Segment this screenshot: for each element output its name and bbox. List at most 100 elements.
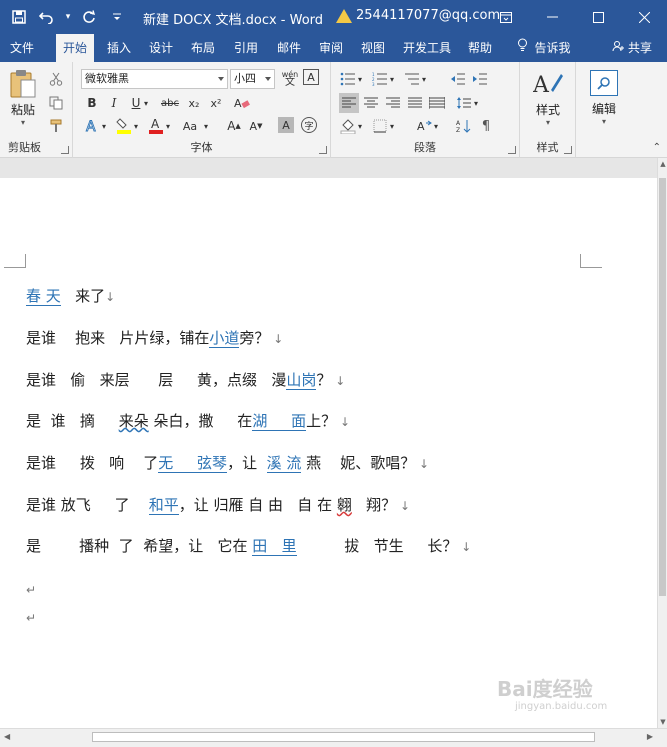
tab-tell-me[interactable]: 告诉我 bbox=[508, 34, 580, 62]
vertical-scrollbar[interactable]: ▲ ▼ bbox=[657, 158, 667, 728]
font-launcher-icon[interactable] bbox=[319, 146, 327, 154]
scroll-left-icon[interactable]: ◀ bbox=[4, 732, 10, 741]
text-effects-dropdown-icon[interactable]: ▾ bbox=[99, 117, 109, 135]
align-left-icon[interactable] bbox=[339, 93, 359, 113]
italic-button[interactable]: I bbox=[105, 94, 123, 112]
linked-text[interactable]: 山岗 bbox=[286, 371, 317, 390]
change-case-dropdown-icon[interactable]: ▾ bbox=[201, 117, 211, 135]
shrink-font-icon[interactable]: A ▼ bbox=[247, 117, 265, 135]
paste-dropdown-icon[interactable]: ▾ bbox=[4, 118, 42, 127]
collapse-ribbon-icon[interactable]: ⌃ bbox=[653, 142, 661, 153]
clear-formatting-icon[interactable]: A bbox=[233, 94, 251, 112]
document-line[interactable]: ↵ bbox=[26, 580, 36, 602]
save-icon[interactable] bbox=[8, 6, 30, 28]
align-right-icon[interactable] bbox=[384, 94, 402, 112]
highlight-dropdown-icon[interactable]: ▾ bbox=[131, 117, 141, 135]
scroll-down-icon[interactable]: ▼ bbox=[659, 718, 667, 726]
linked-text[interactable]: 田 里 bbox=[252, 537, 297, 556]
tab-mailings[interactable]: 邮件 bbox=[271, 34, 307, 62]
tab-insert[interactable]: 插入 bbox=[101, 34, 137, 62]
format-painter-icon[interactable] bbox=[47, 117, 65, 135]
sort-icon[interactable]: AZ bbox=[455, 117, 473, 135]
document-line[interactable]: 是谁 偷 来层 层 黄，点缀 漫山岗？ ↓ bbox=[26, 369, 345, 391]
paragraph-launcher-icon[interactable] bbox=[508, 146, 516, 154]
font-name-box[interactable]: 微软雅黑 bbox=[81, 69, 228, 89]
share-button[interactable]: 共享 bbox=[602, 34, 662, 62]
underline-dropdown-icon[interactable]: ▾ bbox=[141, 94, 151, 112]
undo-dropdown-icon[interactable]: ▾ bbox=[64, 6, 72, 28]
font-size-dropdown-icon[interactable] bbox=[265, 77, 271, 81]
strikethrough-button[interactable]: abc bbox=[159, 94, 181, 112]
superscript-button[interactable]: x² bbox=[207, 94, 225, 112]
grow-font-icon[interactable]: A ▲ bbox=[225, 117, 243, 135]
decrease-indent-icon[interactable] bbox=[449, 70, 467, 88]
linked-text[interactable]: 春 天 bbox=[26, 287, 61, 306]
chinese-layout-dropdown-icon[interactable]: ▾ bbox=[431, 117, 441, 135]
editing-button[interactable]: 编辑 ▾ bbox=[582, 70, 626, 126]
bullets-dropdown-icon[interactable]: ▾ bbox=[355, 70, 365, 88]
phonetic-guide-icon[interactable]: wén 文 bbox=[280, 69, 300, 89]
tab-design[interactable]: 设计 bbox=[143, 34, 179, 62]
editing-dropdown-icon[interactable]: ▾ bbox=[582, 117, 626, 126]
undo-icon[interactable] bbox=[36, 6, 58, 28]
maximize-icon[interactable] bbox=[575, 0, 621, 34]
document-line[interactable]: 是 播种 了 希望，让 它在 田 里 拔 节生 长？ ↓ bbox=[26, 535, 471, 557]
redo-icon[interactable] bbox=[78, 6, 100, 28]
horizontal-scroll-thumb[interactable] bbox=[92, 732, 595, 742]
minimize-icon[interactable] bbox=[529, 0, 575, 34]
justify-icon[interactable] bbox=[406, 94, 424, 112]
customize-qat-icon[interactable] bbox=[106, 6, 128, 28]
increase-indent-icon[interactable] bbox=[471, 70, 489, 88]
tab-view[interactable]: 视图 bbox=[355, 34, 391, 62]
font-name-dropdown-icon[interactable] bbox=[218, 77, 224, 81]
clipboard-launcher-icon[interactable] bbox=[61, 146, 69, 154]
document-line[interactable]: 是谁 抱来 片片绿，铺在小道旁？ ↓ bbox=[26, 327, 283, 349]
document-line[interactable]: 是谁 放飞 了 和平，让 归雁 自 由 自 在 翱 翔？ ↓ bbox=[26, 494, 410, 516]
document-line[interactable]: 是 谁 摘 来朵 朵白，撒 在湖 面上？ ↓ bbox=[26, 410, 350, 432]
linked-text[interactable]: 湖 面 bbox=[252, 412, 307, 431]
tab-help[interactable]: 帮助 bbox=[462, 34, 498, 62]
change-case-icon[interactable]: Aa bbox=[179, 117, 201, 135]
distributed-icon[interactable] bbox=[428, 94, 446, 112]
borders-dropdown-icon[interactable]: ▾ bbox=[387, 117, 397, 135]
tab-file[interactable]: 文件 bbox=[0, 34, 44, 62]
copy-icon[interactable] bbox=[47, 94, 65, 112]
enclose-characters-icon[interactable]: 字 bbox=[301, 117, 317, 133]
linked-text[interactable]: 小道 bbox=[209, 329, 240, 348]
tab-review[interactable]: 审阅 bbox=[313, 34, 349, 62]
scroll-right-icon[interactable]: ▶ bbox=[647, 732, 653, 741]
styles-button[interactable]: A 样式 ▾ bbox=[526, 70, 570, 127]
multilevel-dropdown-icon[interactable]: ▾ bbox=[419, 70, 429, 88]
document-line[interactable]: ↵ bbox=[26, 608, 36, 630]
show-paragraph-marks-icon[interactable]: ¶ bbox=[477, 117, 495, 135]
vertical-scroll-thumb[interactable] bbox=[659, 178, 666, 596]
line-spacing-dropdown-icon[interactable]: ▾ bbox=[471, 94, 481, 112]
font-size-box[interactable]: 小四 bbox=[230, 69, 275, 89]
bold-button[interactable]: B bbox=[83, 94, 101, 112]
linked-text[interactable]: 无 弦琴 bbox=[158, 454, 228, 473]
document-page[interactable]: 春 天 来了↓ 是谁 抱来 片片绿，铺在小道旁？ ↓ 是谁 偷 来层 层 黄，点缀 … bbox=[0, 178, 657, 738]
tab-home[interactable]: 开始 bbox=[56, 34, 94, 62]
styles-launcher-icon[interactable] bbox=[564, 146, 572, 154]
tab-developer[interactable]: 开发工具 bbox=[398, 34, 456, 62]
styles-dropdown-icon[interactable]: ▾ bbox=[526, 118, 570, 127]
character-border-icon[interactable]: A bbox=[303, 69, 319, 85]
horizontal-scrollbar[interactable]: ◀ ▶ bbox=[0, 728, 667, 747]
account-warning[interactable]: 2544117077@qq.com bbox=[336, 8, 500, 23]
document-line[interactable]: 是谁 拨 响 了无 弦琴，让 溪 流 燕 妮、歌唱？ ↓ bbox=[26, 452, 429, 474]
cut-icon[interactable] bbox=[47, 70, 65, 88]
close-icon[interactable] bbox=[621, 0, 667, 34]
tab-references[interactable]: 引用 bbox=[228, 34, 264, 62]
numbering-dropdown-icon[interactable]: ▾ bbox=[387, 70, 397, 88]
align-center-icon[interactable] bbox=[362, 94, 380, 112]
font-color-dropdown-icon[interactable]: ▾ bbox=[163, 117, 173, 135]
linked-text[interactable]: 溪 流 bbox=[266, 454, 302, 473]
linked-text[interactable]: 和平 bbox=[148, 496, 179, 515]
document-line[interactable]: 春 天 来了↓ bbox=[26, 285, 115, 307]
scroll-up-icon[interactable]: ▲ bbox=[659, 160, 667, 168]
ribbon-display-options-icon[interactable] bbox=[483, 0, 529, 34]
shading-dropdown-icon[interactable]: ▾ bbox=[355, 117, 365, 135]
character-shading-icon[interactable]: A bbox=[278, 117, 294, 133]
tab-layout[interactable]: 布局 bbox=[185, 34, 221, 62]
subscript-button[interactable]: x₂ bbox=[185, 94, 203, 112]
